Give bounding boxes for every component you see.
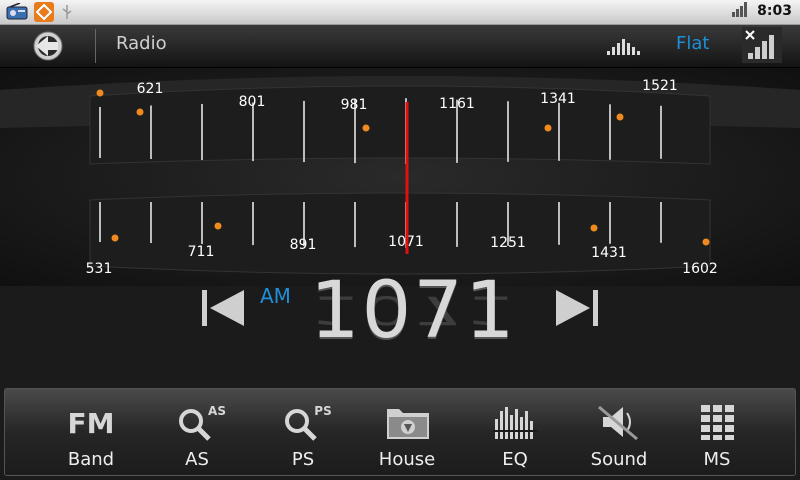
tuning-dial[interactable]: 6218019811161134115215317118911071125114… — [0, 68, 800, 286]
grid-keypad-icon — [663, 399, 771, 445]
station-marker — [96, 89, 104, 97]
fm-band-icon: FM — [37, 399, 145, 445]
svg-text:PS: PS — [314, 404, 331, 418]
signal-strength-icon — [731, 1, 749, 21]
ms-button[interactable]: MS — [663, 389, 771, 475]
dial-lower-label: 891 — [290, 237, 317, 253]
house-button[interactable]: House — [353, 389, 461, 475]
ps-button[interactable]: PS PS — [249, 389, 357, 475]
station-marker — [616, 113, 624, 121]
sound-button[interactable]: Sound — [565, 389, 673, 475]
seek-next-button[interactable] — [548, 286, 604, 330]
status-bar: 8:03 — [0, 0, 800, 25]
radio-app-icon — [6, 2, 28, 25]
dial-scale: 6218019811161134115215317118911071125114… — [0, 76, 800, 277]
station-marker — [544, 124, 552, 132]
ms-button-label: MS — [703, 449, 731, 470]
usb-icon — [60, 3, 74, 25]
ps-button-label: PS — [291, 449, 315, 470]
title-bar: Radio Flat — [0, 25, 800, 68]
house-folder-icon — [353, 399, 461, 445]
station-marker — [590, 224, 598, 232]
eq-preset-icon[interactable] — [606, 35, 642, 61]
frequency-reflection: 1071 — [310, 287, 517, 332]
equalizer-icon — [461, 399, 569, 445]
band-button-label: Band — [67, 449, 115, 470]
skip-next-icon — [556, 290, 598, 326]
speaker-muted-icon — [565, 399, 673, 445]
auto-store-search-icon: AS — [143, 399, 251, 445]
seek-previous-button[interactable] — [196, 286, 252, 330]
dial-lower-label: 1431 — [591, 245, 627, 261]
svg-text:FM: FM — [68, 407, 115, 440]
signal-scan-button[interactable] — [742, 27, 782, 63]
station-marker — [362, 124, 370, 132]
sound-button-label: Sound — [590, 449, 648, 470]
skip-previous-icon — [202, 290, 244, 326]
station-marker — [214, 222, 222, 230]
page-title: Radio — [116, 33, 167, 54]
dial-upper-label: 801 — [239, 94, 266, 110]
eq-button-label: EQ — [502, 449, 528, 470]
title-separator — [95, 29, 96, 63]
dial-upper-label: 1521 — [642, 78, 678, 94]
station-marker — [136, 108, 144, 116]
back-button[interactable] — [22, 28, 78, 64]
house-button-label: House — [378, 449, 436, 470]
svg-text:AS: AS — [208, 404, 226, 418]
dial-upper-track — [89, 85, 711, 165]
eq-button[interactable]: EQ — [461, 389, 569, 475]
dial-lower-label: 711 — [188, 244, 215, 260]
as-button[interactable]: AS AS — [143, 389, 251, 475]
dial-upper-label: 981 — [341, 97, 368, 113]
dial-upper-label: 621 — [137, 81, 164, 97]
band-button[interactable]: FM Band — [37, 389, 145, 475]
preset-scan-search-icon: PS — [249, 399, 357, 445]
band-indicator: AM — [260, 284, 291, 308]
eq-preset-label[interactable]: Flat — [676, 33, 709, 54]
dial-lower-label: 1251 — [490, 235, 526, 251]
as-button-label: AS — [185, 449, 209, 470]
notification-app-icon — [34, 2, 54, 26]
dial-upper-label: 1341 — [540, 91, 576, 107]
station-marker — [702, 238, 710, 246]
dial-upper-label: 1161 — [439, 96, 475, 112]
station-marker — [111, 234, 119, 242]
frequency-row: AM 1071 1071 — [0, 266, 800, 388]
back-arrow-icon — [33, 31, 63, 61]
bottom-toolbar: FM Band AS AS PS PS House EQ Sound MS — [4, 388, 796, 476]
signal-bars-icon — [742, 27, 782, 63]
status-time: 8:03 — [757, 3, 792, 19]
